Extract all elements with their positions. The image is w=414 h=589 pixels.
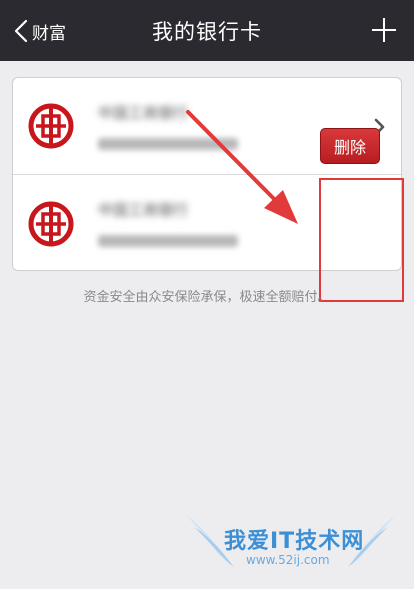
- watermark: 我爱IT技术网 www.52ij.com: [176, 505, 406, 585]
- add-card-button[interactable]: [370, 16, 398, 44]
- watermark-url: www.52ij.com: [246, 553, 330, 567]
- chevron-left-icon: [14, 19, 28, 43]
- card-number-blurred: [98, 235, 238, 247]
- delete-button[interactable]: 删除: [320, 128, 380, 164]
- plus-icon: [372, 18, 396, 42]
- bank-name-blurred: 中国工商银行: [98, 104, 189, 122]
- top-navigation-bar: 财富 我的银行卡: [0, 0, 414, 61]
- back-label: 财富: [32, 23, 66, 44]
- watermark-text: 我爱IT技术网: [224, 529, 365, 554]
- card-number-blurred: [98, 138, 238, 150]
- bank-name-blurred: 中国工商银行: [98, 201, 189, 219]
- icbc-logo-icon: [28, 103, 74, 149]
- annotation-highlight-box: [319, 178, 404, 302]
- icbc-logo-icon: [28, 201, 74, 247]
- insurance-note: 资金安全由众安保险承保，极速全额赔付。: [83, 290, 331, 305]
- back-button[interactable]: 财富: [14, 14, 66, 48]
